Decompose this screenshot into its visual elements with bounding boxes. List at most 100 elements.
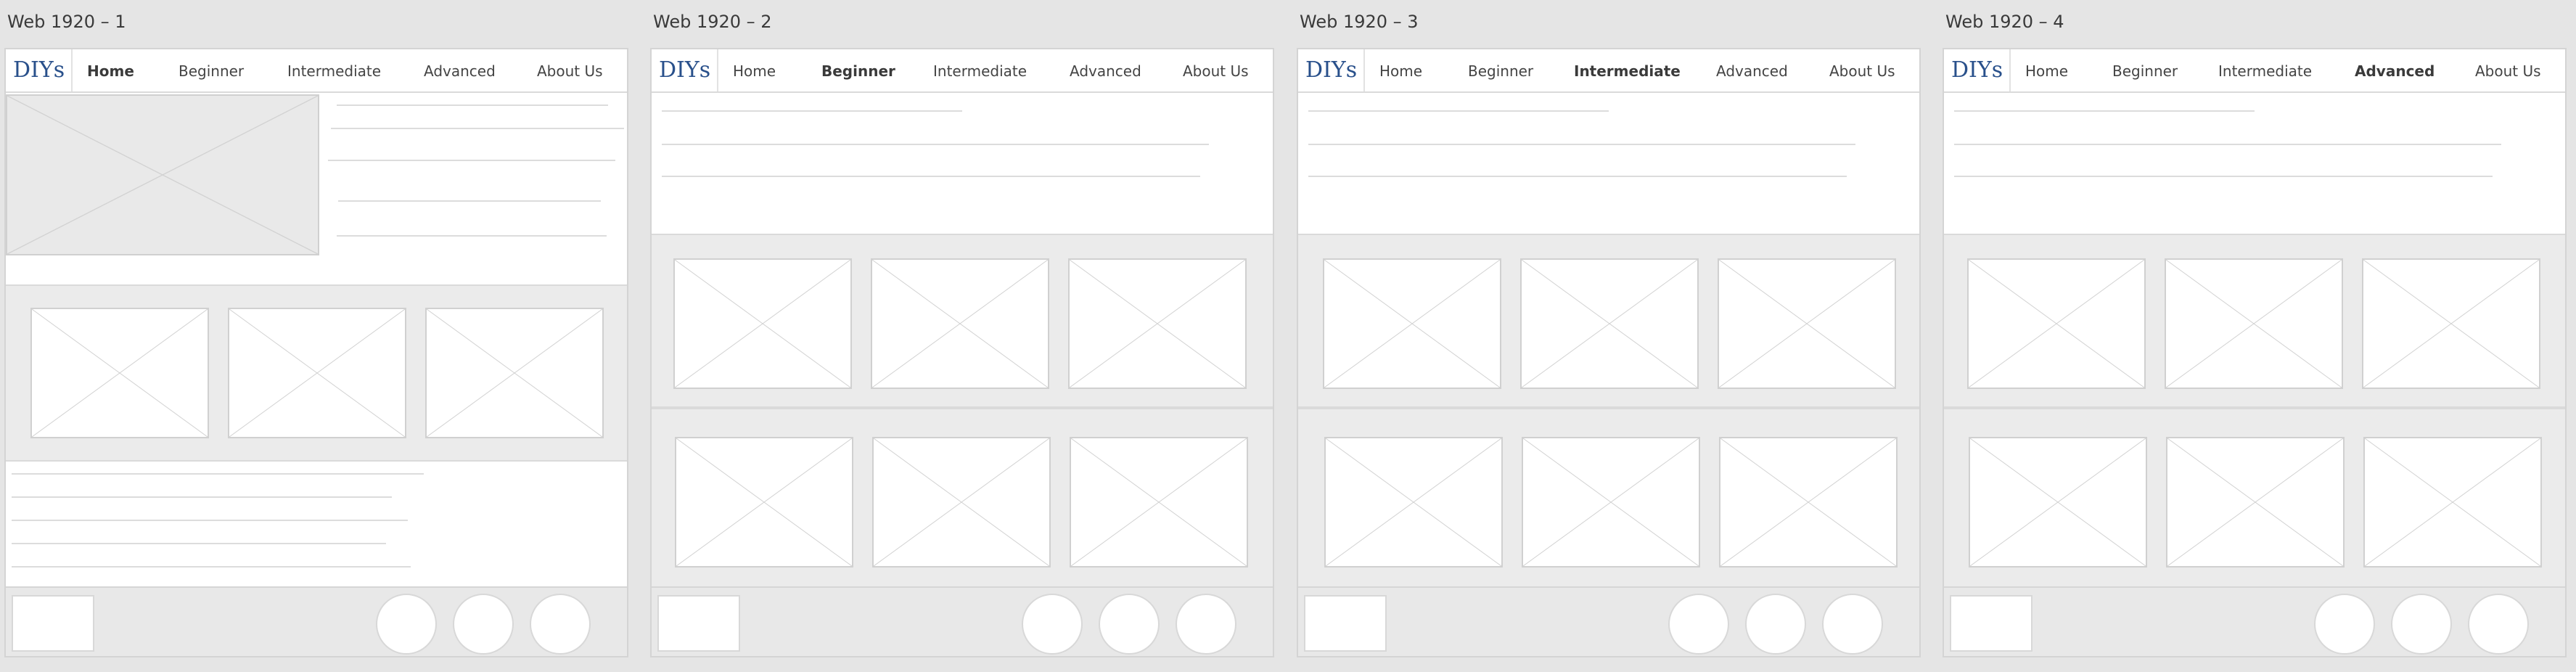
text-line bbox=[337, 105, 608, 106]
card-image-placeholder bbox=[228, 308, 406, 438]
social-circle[interactable] bbox=[1668, 594, 1729, 655]
card-image-placeholder bbox=[1719, 437, 1898, 567]
text-line bbox=[1308, 110, 1609, 112]
top-nav: DIYs Home Beginner Intermediate Advanced… bbox=[6, 49, 627, 93]
card-image-placeholder bbox=[30, 308, 209, 438]
social-circle[interactable] bbox=[1022, 594, 1083, 655]
card-image-placeholder bbox=[1070, 437, 1248, 567]
text-line bbox=[1954, 176, 2493, 177]
text-line bbox=[1954, 144, 2501, 145]
card-image-placeholder bbox=[1324, 437, 1503, 567]
text-line bbox=[1308, 144, 1855, 145]
nav-advanced[interactable]: Advanced bbox=[2355, 62, 2435, 80]
social-circle[interactable] bbox=[453, 594, 514, 655]
nav-about-us[interactable]: About Us bbox=[2475, 62, 2541, 80]
artboard-frame-beginner: DIYs Home Beginner Intermediate Advanced… bbox=[650, 48, 1274, 657]
card-image-placeholder bbox=[1522, 437, 1700, 567]
social-circle[interactable] bbox=[1176, 594, 1236, 655]
text-section bbox=[6, 462, 627, 589]
card-image-placeholder bbox=[872, 437, 1051, 567]
footer bbox=[1944, 586, 2565, 656]
nav-about-us[interactable]: About Us bbox=[1829, 62, 1895, 80]
card-image-placeholder bbox=[2165, 258, 2343, 389]
nav-intermediate[interactable]: Intermediate bbox=[933, 62, 1027, 80]
card-image-placeholder bbox=[1967, 258, 2146, 389]
logo[interactable]: DIYs bbox=[1944, 49, 2011, 91]
text-line bbox=[662, 110, 962, 112]
card-image-placeholder bbox=[1323, 258, 1501, 389]
social-circle[interactable] bbox=[376, 594, 437, 655]
artboard-title: Web 1920 – 4 bbox=[1945, 12, 2064, 32]
social-circle[interactable] bbox=[1745, 594, 1806, 655]
social-circle[interactable] bbox=[1822, 594, 1883, 655]
nav-beginner[interactable]: Beginner bbox=[2112, 62, 2178, 80]
nav-beginner[interactable]: Beginner bbox=[1468, 62, 1533, 80]
nav-intermediate[interactable]: Intermediate bbox=[2218, 62, 2312, 80]
text-line bbox=[12, 566, 411, 567]
text-line bbox=[12, 473, 424, 475]
top-nav: DIYs Home Beginner Intermediate Advanced… bbox=[1944, 49, 2565, 93]
intro-section bbox=[652, 93, 1273, 234]
text-line bbox=[12, 520, 408, 521]
card-image-placeholder bbox=[675, 437, 853, 567]
card-image-placeholder bbox=[1068, 258, 1247, 389]
nav-beginner[interactable]: Beginner bbox=[821, 62, 895, 80]
footer-logo-placeholder bbox=[657, 595, 740, 652]
social-circle[interactable] bbox=[2314, 594, 2375, 655]
intro-section bbox=[1944, 93, 2565, 234]
intro-section bbox=[1298, 93, 1919, 234]
social-circle[interactable] bbox=[2391, 594, 2452, 655]
card-image-placeholder bbox=[673, 258, 852, 389]
card-image-placeholder bbox=[425, 308, 604, 438]
footer-logo-placeholder bbox=[12, 595, 94, 652]
nav-home[interactable]: Home bbox=[2025, 62, 2068, 80]
text-line bbox=[331, 128, 624, 129]
artboard-title: Web 1920 – 1 bbox=[7, 12, 126, 32]
nav-advanced[interactable]: Advanced bbox=[1716, 62, 1788, 80]
text-line bbox=[12, 543, 386, 544]
nav-home[interactable]: Home bbox=[1379, 62, 1422, 80]
card-image-placeholder bbox=[1969, 437, 2147, 567]
footer bbox=[6, 586, 627, 656]
top-nav: DIYs Home Beginner Intermediate Advanced… bbox=[1298, 49, 1919, 93]
card-image-placeholder bbox=[871, 258, 1049, 389]
logo[interactable]: DIYs bbox=[6, 49, 73, 91]
artboard-frame-home: DIYs Home Beginner Intermediate Advanced… bbox=[4, 48, 628, 657]
hero-image-placeholder bbox=[6, 94, 319, 255]
logo[interactable]: DIYs bbox=[652, 49, 718, 91]
nav-home[interactable]: Home bbox=[733, 62, 776, 80]
social-circle[interactable] bbox=[2468, 594, 2529, 655]
top-nav: DIYs Home Beginner Intermediate Advanced… bbox=[652, 49, 1273, 93]
card-image-placeholder bbox=[2362, 258, 2540, 389]
card-image-placeholder bbox=[1520, 258, 1699, 389]
text-line bbox=[338, 200, 601, 202]
nav-about-us[interactable]: About Us bbox=[1183, 62, 1249, 80]
footer bbox=[652, 586, 1273, 656]
text-line bbox=[662, 176, 1200, 177]
artboard-title: Web 1920 – 2 bbox=[653, 12, 772, 32]
nav-intermediate[interactable]: Intermediate bbox=[287, 62, 381, 80]
social-circle[interactable] bbox=[1099, 594, 1160, 655]
text-line bbox=[1954, 110, 2255, 112]
nav-advanced[interactable]: Advanced bbox=[424, 62, 496, 80]
card-image-placeholder bbox=[1718, 258, 1896, 389]
artboard-frame-advanced: DIYs Home Beginner Intermediate Advanced… bbox=[1943, 48, 2567, 657]
artboard-frame-intermediate: DIYs Home Beginner Intermediate Advanced… bbox=[1297, 48, 1921, 657]
social-circle[interactable] bbox=[530, 594, 591, 655]
text-line bbox=[1308, 176, 1847, 177]
card-image-placeholder bbox=[2166, 437, 2345, 567]
nav-intermediate[interactable]: Intermediate bbox=[1574, 62, 1681, 80]
text-line bbox=[337, 235, 607, 237]
nav-advanced[interactable]: Advanced bbox=[1070, 62, 1141, 80]
logo[interactable]: DIYs bbox=[1298, 49, 1365, 91]
text-line bbox=[328, 160, 615, 161]
text-line bbox=[12, 496, 392, 498]
text-line bbox=[662, 144, 1209, 145]
nav-home[interactable]: Home bbox=[87, 62, 134, 80]
nav-about-us[interactable]: About Us bbox=[537, 62, 603, 80]
footer-logo-placeholder bbox=[1304, 595, 1387, 652]
nav-beginner[interactable]: Beginner bbox=[179, 62, 244, 80]
footer bbox=[1298, 586, 1919, 656]
artboard-title: Web 1920 – 3 bbox=[1300, 12, 1419, 32]
footer-logo-placeholder bbox=[1950, 595, 2033, 652]
